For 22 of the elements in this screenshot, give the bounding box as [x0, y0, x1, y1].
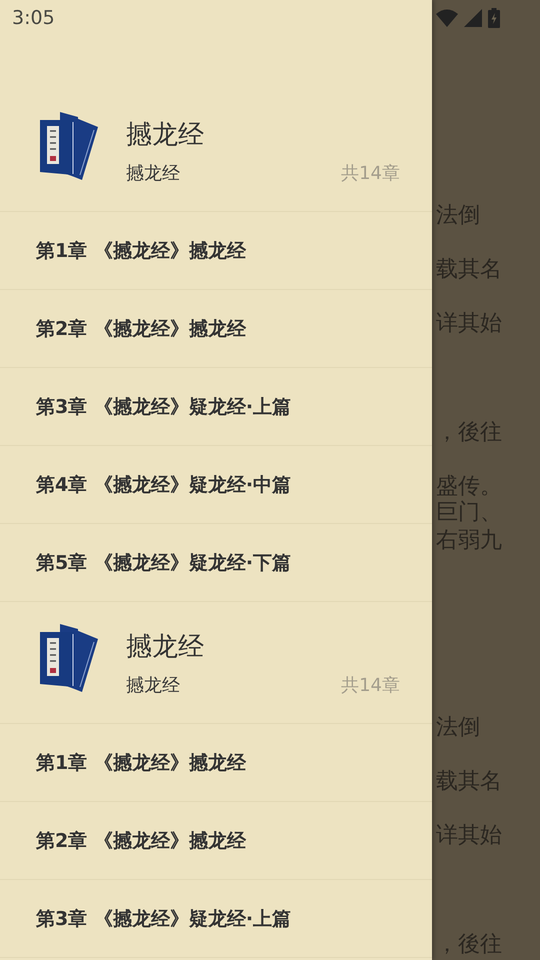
chapter-item[interactable]: 第2章 《撼龙经》撼龙经: [0, 802, 432, 880]
chapter-count: 共14章: [341, 674, 400, 696]
chapter-item[interactable]: 第4章 《撼龙经》疑龙经·中篇: [0, 446, 432, 524]
book-title: 撼龙经: [126, 630, 205, 664]
book-subtitle: 撼龙经: [126, 162, 180, 184]
chapter-item[interactable]: 第5章 《撼龙经》疑龙经·下篇: [0, 524, 432, 602]
chapter-item[interactable]: 第3章 《撼龙经》疑龙经·上篇: [0, 368, 432, 446]
chapter-item[interactable]: 第2章 《撼龙经》撼龙经: [0, 290, 432, 368]
chapter-item[interactable]: 第3章 《撼龙经》疑龙经·上篇: [0, 880, 432, 958]
battery-icon: [488, 8, 500, 28]
book-stack-icon: [40, 112, 98, 180]
book-title: 撼龙经: [126, 118, 205, 152]
signal-icon: [464, 9, 482, 27]
chapter-item[interactable]: 第1章 《撼龙经》撼龙经: [0, 724, 432, 802]
book-header[interactable]: 撼龙经 撼龙经 共14章: [0, 90, 432, 212]
book-subtitle: 撼龙经: [126, 674, 180, 696]
status-time: 3:05: [12, 7, 55, 29]
book-stack-icon: [40, 624, 98, 692]
book-header[interactable]: 撼龙经 撼龙经 共14章: [0, 602, 432, 724]
wifi-icon: [436, 9, 458, 27]
chapter-item[interactable]: 第1章 《撼龙经》撼龙经: [0, 212, 432, 290]
chapter-count: 共14章: [341, 162, 400, 184]
